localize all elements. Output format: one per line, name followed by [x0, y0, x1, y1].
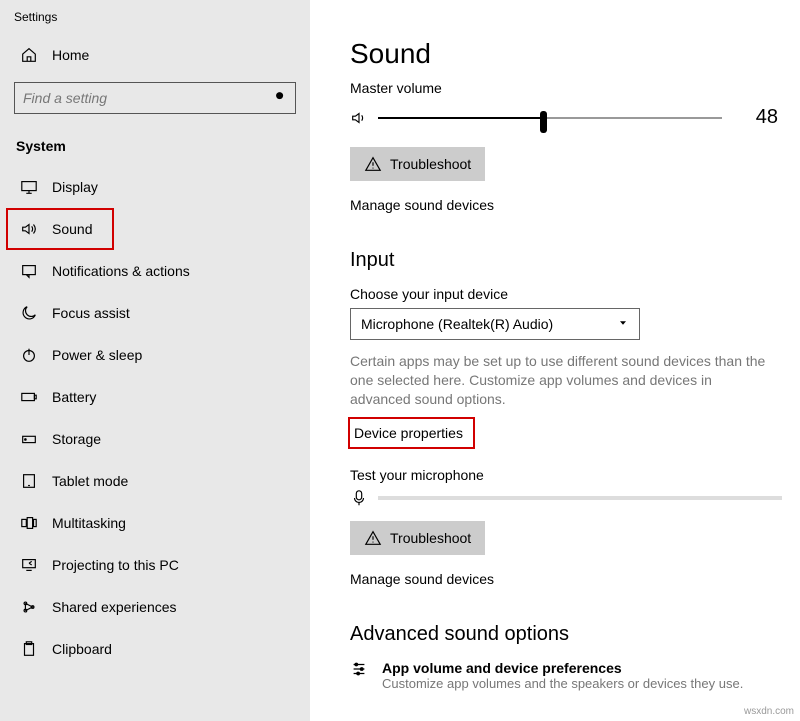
- sliders-icon: [350, 660, 368, 678]
- advanced-item-title: App volume and device preferences: [382, 660, 743, 676]
- troubleshoot-input-button[interactable]: Troubleshoot: [350, 521, 485, 555]
- power-icon: [20, 346, 38, 364]
- page-title: Sound: [350, 38, 782, 70]
- window-title: Settings: [0, 6, 310, 34]
- sidebar-item-clipboard[interactable]: Clipboard: [0, 628, 310, 670]
- sidebar-item-sound[interactable]: Sound: [6, 208, 114, 250]
- battery-icon: [20, 388, 38, 406]
- volume-slider[interactable]: [378, 110, 722, 126]
- sidebar-item-label: Power & sleep: [52, 347, 142, 363]
- advanced-item[interactable]: App volume and device preferences Custom…: [350, 660, 782, 691]
- sidebar-item-label: Shared experiences: [52, 599, 177, 615]
- chevron-down-icon: [617, 316, 629, 332]
- clipboard-icon: [20, 640, 38, 658]
- sidebar-item-battery[interactable]: Battery: [0, 376, 310, 418]
- sidebar-item-label: Tablet mode: [52, 473, 128, 489]
- device-properties-link[interactable]: Device properties: [350, 419, 473, 447]
- troubleshoot-output-button[interactable]: Troubleshoot: [350, 147, 485, 181]
- multitasking-icon: [20, 514, 38, 532]
- speaker-icon[interactable]: [350, 109, 368, 127]
- sidebar-item-label: Storage: [52, 431, 101, 447]
- sidebar-item-label: Clipboard: [52, 641, 112, 657]
- volume-value: 48: [732, 106, 782, 129]
- notifications-icon: [20, 262, 38, 280]
- input-device-select[interactable]: Microphone (Realtek(R) Audio): [350, 308, 640, 340]
- main-content: Sound Master volume 48 Troubleshoot Mana…: [310, 0, 800, 721]
- microphone-icon: [350, 489, 368, 507]
- focus-assist-icon: [20, 304, 38, 322]
- watermark: wsxdn.com: [744, 706, 794, 717]
- advanced-item-desc: Customize app volumes and the speakers o…: [382, 676, 743, 691]
- sidebar-item-label: Focus assist: [52, 305, 130, 321]
- manage-input-devices-link[interactable]: Manage sound devices: [350, 571, 782, 587]
- sidebar-item-label: Battery: [52, 389, 96, 405]
- sidebar-item-label: Display: [52, 179, 98, 195]
- sidebar-item-focus-assist[interactable]: Focus assist: [0, 292, 310, 334]
- mic-level-bar: [378, 496, 782, 500]
- warning-icon: [364, 155, 382, 173]
- tablet-icon: [20, 472, 38, 490]
- master-volume-label: Master volume: [350, 80, 782, 96]
- sidebar-item-tablet-mode[interactable]: Tablet mode: [0, 460, 310, 502]
- warning-icon: [364, 529, 382, 547]
- projecting-icon: [20, 556, 38, 574]
- storage-icon: [20, 430, 38, 448]
- test-mic-label: Test your microphone: [350, 467, 782, 483]
- sidebar-item-label: Projecting to this PC: [52, 557, 179, 573]
- manage-output-devices-link[interactable]: Manage sound devices: [350, 197, 782, 213]
- input-description: Certain apps may be set up to use differ…: [350, 352, 770, 409]
- sidebar-item-home[interactable]: Home: [0, 34, 310, 74]
- sidebar-item-power-sleep[interactable]: Power & sleep: [0, 334, 310, 376]
- input-device-value: Microphone (Realtek(R) Audio): [361, 316, 553, 332]
- advanced-heading: Advanced sound options: [350, 623, 782, 646]
- sidebar-section-title: System: [0, 124, 310, 160]
- search-icon: [274, 90, 288, 109]
- sidebar: Settings Home System Display So: [0, 0, 310, 721]
- sidebar-item-storage[interactable]: Storage: [0, 418, 310, 460]
- sidebar-nav: Display Sound Notifications & actions Fo…: [0, 160, 310, 670]
- home-label: Home: [52, 47, 89, 63]
- display-icon: [20, 178, 38, 196]
- sidebar-item-projecting[interactable]: Projecting to this PC: [0, 544, 310, 586]
- choose-input-label: Choose your input device: [350, 286, 782, 302]
- search-box[interactable]: [14, 82, 296, 114]
- input-heading: Input: [350, 249, 782, 272]
- sidebar-item-multitasking[interactable]: Multitasking: [0, 502, 310, 544]
- troubleshoot-label: Troubleshoot: [390, 530, 471, 546]
- sidebar-item-shared-experiences[interactable]: Shared experiences: [0, 586, 310, 628]
- sidebar-item-notifications[interactable]: Notifications & actions: [0, 250, 310, 292]
- troubleshoot-label: Troubleshoot: [390, 156, 471, 172]
- sidebar-item-label: Multitasking: [52, 515, 126, 531]
- sidebar-item-display[interactable]: Display: [0, 166, 310, 208]
- sidebar-item-label: Notifications & actions: [52, 263, 190, 279]
- home-icon: [20, 46, 38, 64]
- sound-icon: [20, 220, 38, 238]
- sidebar-item-label: Sound: [52, 221, 92, 237]
- search-input[interactable]: [14, 82, 296, 114]
- shared-icon: [20, 598, 38, 616]
